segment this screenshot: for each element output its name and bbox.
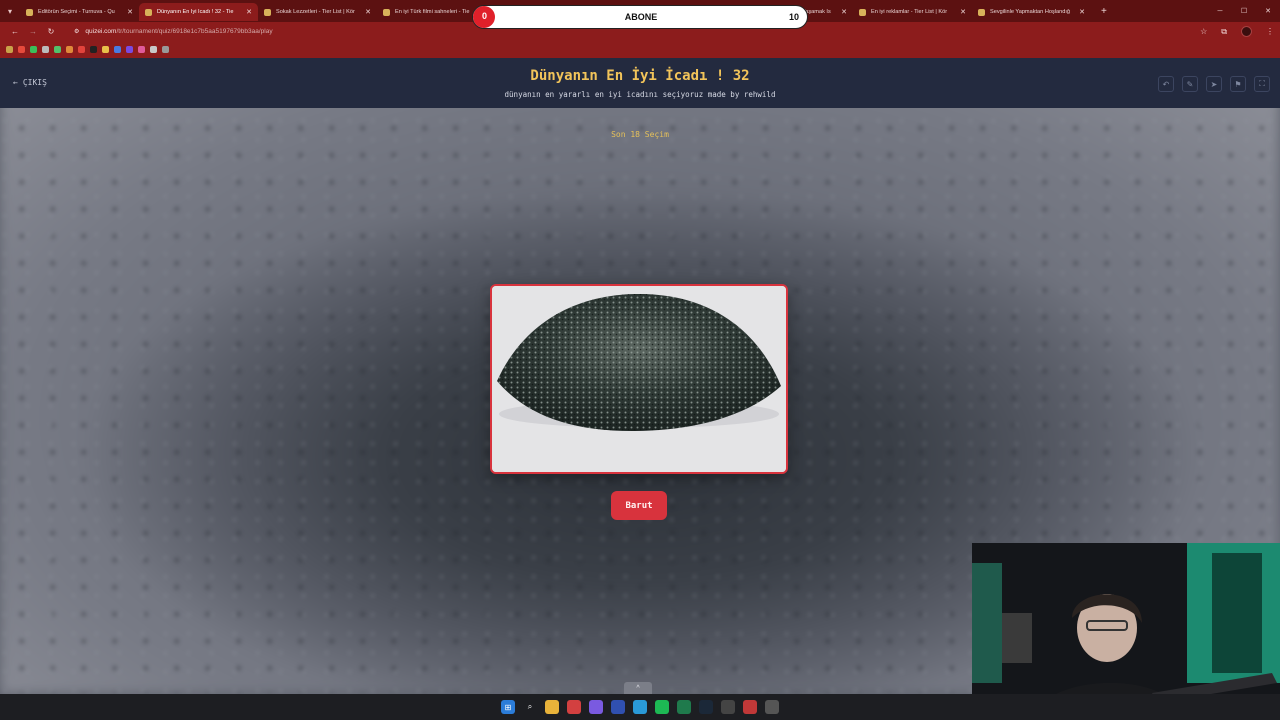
forward-arrow-icon[interactable]: → (24, 22, 42, 41)
undo-icon[interactable]: ↶ (1158, 76, 1174, 92)
subscribe-label: ABONE (624, 12, 658, 22)
search-icon[interactable]: ⌕ (523, 700, 537, 714)
tab-favicon-icon (264, 8, 271, 16)
flag-icon[interactable]: ⚑ (1230, 76, 1246, 92)
browser-tab[interactable]: Dünyanın En İyi İcadı ! 32 - Tie ✕ (139, 3, 258, 21)
header-actions: ↶ ✎ ➤ ⚑ ⛶ (1158, 76, 1270, 92)
bookmark-icon[interactable] (126, 46, 133, 53)
tab-close-icon[interactable]: ✕ (365, 8, 371, 16)
tab-title: En iyi reklamlar - Tier List | Kör (871, 9, 948, 15)
tab-title: Sokak Lezzetleri - Tier List | Kör (276, 9, 355, 15)
choice-image-card[interactable] (490, 284, 788, 474)
minimize-icon[interactable]: ─ (1208, 0, 1232, 22)
bookmarks-bar (0, 41, 1280, 58)
start-icon[interactable]: ⊞ (501, 700, 515, 714)
bookmark-star-icon[interactable]: ☆ (1200, 27, 1207, 36)
bookmark-icon[interactable] (42, 46, 49, 53)
bookmark-icon[interactable] (30, 46, 37, 53)
app-icon[interactable] (721, 700, 735, 714)
x-icon[interactable] (90, 46, 97, 53)
tab-close-icon[interactable]: ✕ (960, 8, 966, 16)
bookmark-icon[interactable] (114, 46, 121, 53)
tab-favicon-icon (859, 8, 866, 16)
url-host: quizei.com (85, 28, 117, 35)
site-info-icon[interactable]: ⚙ (74, 28, 79, 35)
quiz-subtitle: dünyanın en yararlı en iyi icadını seçiy… (504, 90, 776, 99)
back-arrow-icon[interactable]: ← (6, 22, 24, 41)
obs-icon[interactable] (743, 700, 757, 714)
tab-title: Sevgilinle Yapmaktan Hoşlandığ (990, 9, 1071, 15)
tab-favicon-icon (383, 8, 390, 16)
profile-avatar[interactable] (1241, 26, 1252, 37)
app-icon[interactable] (611, 700, 625, 714)
bookmark-icon[interactable] (18, 46, 25, 53)
quiz-title: Dünyanın En İyi İcadı ! 32 (530, 68, 750, 84)
bookmark-icon[interactable] (54, 46, 61, 53)
tab-favicon-icon (145, 8, 152, 16)
tab-title: Editörün Seçimi - Turnuva - Qu (38, 9, 115, 15)
bookmark-icon[interactable] (150, 46, 157, 53)
new-tab-icon[interactable]: + (1101, 6, 1107, 17)
chrome-icon[interactable] (567, 700, 581, 714)
folder-icon[interactable] (102, 46, 109, 53)
tab-close-icon[interactable]: ✕ (127, 8, 133, 16)
telegram-icon[interactable] (633, 700, 647, 714)
tab-title: Dünyanın En İyi İcadı ! 32 - Tie (157, 9, 234, 15)
close-window-icon[interactable]: ✕ (1256, 0, 1280, 22)
bookmark-icon[interactable] (66, 46, 73, 53)
extensions-icon[interactable]: ⧉ (1221, 27, 1227, 37)
tab-close-icon[interactable]: ✕ (841, 8, 847, 16)
gunpowder-image (492, 286, 786, 472)
browser-tab[interactable]: Sevgilinle Yapmaktan Hoşlandığ ✕ (972, 3, 1091, 21)
browser-tab[interactable]: Sokak Lezzetleri - Tier List | Kör ✕ (258, 3, 377, 21)
subscribe-goal-widget: 0 ABONE 10 (472, 5, 808, 29)
choice-button[interactable]: Barut (611, 491, 667, 520)
quiz-header: ← ÇIKIŞ Dünyanın En İyi İcadı ! 32 dünya… (0, 58, 1280, 108)
tab-search-icon[interactable]: ▾ (0, 0, 20, 22)
window-controls: ─ ☐ ✕ (1208, 0, 1280, 22)
fullscreen-icon[interactable]: ⛶ (1254, 76, 1270, 92)
reload-icon[interactable]: ↻ (42, 22, 60, 41)
tab-favicon-icon (978, 8, 985, 16)
share-icon[interactable]: ➤ (1206, 76, 1222, 92)
app-icon[interactable] (589, 700, 603, 714)
browser-tab[interactable]: Editörün Seçimi - Turnuva - Qu ✕ (20, 3, 139, 21)
chevron-up-icon[interactable]: ^ (624, 682, 652, 694)
browser-menu-icon[interactable]: ⋮ (1266, 27, 1274, 36)
apps-icon[interactable] (6, 46, 13, 53)
subscribe-goal: 10 (788, 12, 799, 22)
maximize-icon[interactable]: ☐ (1232, 0, 1256, 22)
spotify-icon[interactable] (655, 700, 669, 714)
tab-title: En iyi Türk filmi sahneleri - Tie (395, 9, 470, 15)
app-icon[interactable] (765, 700, 779, 714)
edit-icon[interactable]: ✎ (1182, 76, 1198, 92)
os-taskbar: ⊞ ⌕ (0, 694, 1280, 720)
address-bar-actions: ☆ ⧉ ⋮ (1200, 22, 1274, 41)
url-path: /tr/tournament/quiz/6918e1c7b5aa5197679b… (116, 28, 273, 35)
round-label: Son 18 Seçim (611, 130, 669, 139)
tab-favicon-icon (26, 8, 33, 16)
app-icon[interactable] (677, 700, 691, 714)
steam-icon[interactable] (699, 700, 713, 714)
browser-tab[interactable]: En iyi reklamlar - Tier List | Kör ✕ (853, 3, 972, 21)
bookmark-icon[interactable] (162, 46, 169, 53)
file-explorer-icon[interactable] (545, 700, 559, 714)
tab-close-icon[interactable]: ✕ (1079, 8, 1085, 16)
tab-close-icon[interactable]: ✕ (246, 8, 252, 16)
bookmark-icon[interactable] (78, 46, 85, 53)
bookmark-icon[interactable] (138, 46, 145, 53)
